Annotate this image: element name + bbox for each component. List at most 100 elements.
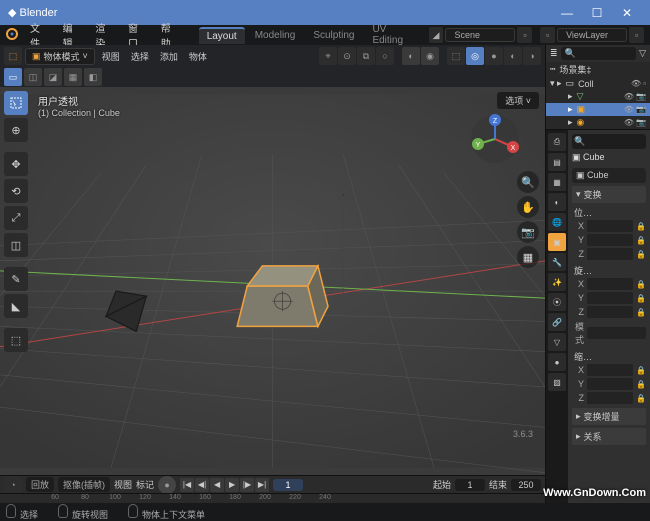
- workspace-layout[interactable]: Layout: [199, 27, 245, 44]
- play-icon[interactable]: ▶: [225, 478, 239, 492]
- outliner-row-collection[interactable]: ▾ ▸ ▭ Coll👁▫: [546, 77, 650, 90]
- scene-new-icon[interactable]: ▫: [517, 27, 532, 43]
- tool-annotate[interactable]: ✎: [4, 267, 28, 291]
- tool-add-cube[interactable]: ⬚: [4, 328, 28, 352]
- object-mode-selector[interactable]: ▣ 物体模式 ˅: [25, 48, 95, 65]
- tool-cursor[interactable]: ⊕: [4, 118, 28, 142]
- props-search[interactable]: 🔍: [572, 134, 646, 149]
- lock-icon[interactable]: 🔒: [636, 222, 646, 231]
- outliner-row-camera[interactable]: ▸ ▽👁📷: [546, 90, 650, 103]
- snap-icon[interactable]: ⧉: [357, 47, 375, 65]
- viewlayer-browse-icon[interactable]: ▫: [540, 27, 555, 43]
- overlay-toggle-icon[interactable]: ◉: [421, 47, 439, 65]
- minimize-button[interactable]: —: [552, 6, 582, 20]
- rot-mode-field[interactable]: [587, 327, 646, 339]
- orientation-icon[interactable]: ⌖: [319, 47, 337, 65]
- menu-select[interactable]: 选择: [127, 50, 153, 63]
- outliner-row-light[interactable]: ▸ ◉👁📷: [546, 116, 650, 129]
- gizmo-toggle-icon[interactable]: ◐: [402, 47, 420, 65]
- scene-browse-icon[interactable]: ◢: [429, 27, 444, 43]
- pan-icon[interactable]: ✋: [517, 196, 539, 218]
- shading-wireframe-icon[interactable]: ◎: [466, 47, 484, 65]
- tab-constraints[interactable]: 🔗: [548, 313, 566, 331]
- outliner-search[interactable]: 🔍: [561, 47, 637, 60]
- rot-x-field[interactable]: [587, 278, 633, 290]
- 3d-viewport[interactable]: ⊕ ✥ ⟲ ⤢ ◫ ✎ ◣ ⬚ 用户透视 (1) Collection | Cu…: [0, 87, 545, 475]
- tab-texture[interactable]: ▨: [548, 373, 566, 391]
- jump-start-icon[interactable]: |◀: [180, 478, 194, 492]
- start-frame-field[interactable]: 1: [455, 479, 485, 491]
- tab-output[interactable]: ▤: [548, 153, 566, 171]
- select-tweak-icon[interactable]: ◫: [24, 68, 42, 86]
- tab-render[interactable]: ⎙: [548, 133, 566, 151]
- tab-scene[interactable]: ◐: [548, 193, 566, 211]
- tab-data[interactable]: ▽: [548, 333, 566, 351]
- menu-add[interactable]: 添加: [156, 50, 182, 63]
- timeline-view-menu[interactable]: 视图: [114, 478, 132, 491]
- panel-relations[interactable]: ▸ 关系: [572, 428, 646, 445]
- shading-material-icon[interactable]: ◐: [504, 47, 522, 65]
- loc-x-field[interactable]: [587, 220, 633, 232]
- zoom-icon[interactable]: 🔍: [517, 171, 539, 193]
- tool-scale[interactable]: ⤢: [4, 206, 28, 230]
- viewlayer-new-icon[interactable]: ▫: [629, 27, 644, 43]
- object-name-field[interactable]: ▣ Cube: [572, 168, 646, 183]
- viewlayer-field[interactable]: ViewLayer: [557, 28, 627, 42]
- close-button[interactable]: ✕: [612, 6, 642, 20]
- scale-z-field[interactable]: [587, 392, 633, 404]
- perspective-toggle-icon[interactable]: ▦: [517, 246, 539, 268]
- scene-field[interactable]: Scene: [445, 28, 515, 42]
- workspace-modeling[interactable]: Modeling: [247, 28, 304, 43]
- tool-select-box[interactable]: [4, 91, 28, 115]
- menu-view[interactable]: 视图: [98, 50, 124, 63]
- timeline-markers-menu[interactable]: 标记: [136, 478, 154, 491]
- next-key-icon[interactable]: |▶: [240, 478, 254, 492]
- tab-viewlayer[interactable]: ▦: [548, 173, 566, 191]
- pivot-icon[interactable]: ⊙: [338, 47, 356, 65]
- tab-modifiers[interactable]: 🔧: [548, 253, 566, 271]
- tab-physics[interactable]: ⦿: [548, 293, 566, 311]
- playback-menu[interactable]: 回放: [26, 477, 54, 492]
- outliner-row-cube[interactable]: ▸ ▣👁📷: [546, 103, 650, 116]
- loc-y-field[interactable]: [587, 234, 633, 246]
- rot-z-field[interactable]: [587, 306, 633, 318]
- shading-solid-icon[interactable]: ●: [485, 47, 503, 65]
- tool-measure[interactable]: ◣: [4, 294, 28, 318]
- maximize-button[interactable]: ☐: [582, 6, 612, 20]
- xray-icon[interactable]: ⬚: [447, 47, 465, 65]
- timeline-ruler[interactable]: 6080100120140160180200220240: [0, 493, 545, 503]
- select-box-icon[interactable]: ▭: [4, 68, 22, 86]
- viewport-options-button[interactable]: 选项 ˅: [497, 92, 539, 109]
- select-all-icon[interactable]: ▦: [64, 68, 82, 86]
- tab-object[interactable]: ▣: [548, 233, 566, 251]
- tool-transform[interactable]: ◫: [4, 233, 28, 257]
- prev-key-icon[interactable]: ◀|: [195, 478, 209, 492]
- loc-z-field[interactable]: [587, 248, 633, 260]
- jump-end-icon[interactable]: ▶|: [255, 478, 269, 492]
- proportional-icon[interactable]: ○: [376, 47, 394, 65]
- editor-type-icon[interactable]: ⬚: [4, 47, 22, 65]
- rot-y-field[interactable]: [587, 292, 633, 304]
- workspace-sculpting[interactable]: Sculpting: [305, 28, 362, 43]
- panel-transform[interactable]: ▾ 变换: [572, 186, 646, 203]
- outliner-icon[interactable]: ≣: [550, 48, 558, 59]
- current-frame-field[interactable]: 1: [273, 479, 303, 491]
- tab-particles[interactable]: ✨: [548, 273, 566, 291]
- autokey-icon[interactable]: ●: [158, 476, 176, 494]
- keying-menu[interactable]: 抠像(插帧): [58, 477, 110, 492]
- tool-rotate[interactable]: ⟲: [4, 179, 28, 203]
- tab-world[interactable]: 🌐: [548, 213, 566, 231]
- menu-object[interactable]: 物体: [185, 50, 211, 63]
- scale-y-field[interactable]: [587, 378, 633, 390]
- select-more-icon[interactable]: ◪: [44, 68, 62, 86]
- end-frame-field[interactable]: 250: [511, 479, 541, 491]
- play-rev-icon[interactable]: ◀: [210, 478, 224, 492]
- tab-material[interactable]: ●: [548, 353, 566, 371]
- filter-icon[interactable]: ▽: [639, 48, 646, 59]
- scale-x-field[interactable]: [587, 364, 633, 376]
- timeline-editor-icon[interactable]: ◔: [4, 476, 22, 494]
- camera-view-icon[interactable]: 📷: [517, 221, 539, 243]
- panel-delta-transform[interactable]: ▸ 变换增量: [572, 408, 646, 425]
- axis-gizmo[interactable]: X Y Z: [468, 112, 523, 167]
- select-invert-icon[interactable]: ◧: [84, 68, 102, 86]
